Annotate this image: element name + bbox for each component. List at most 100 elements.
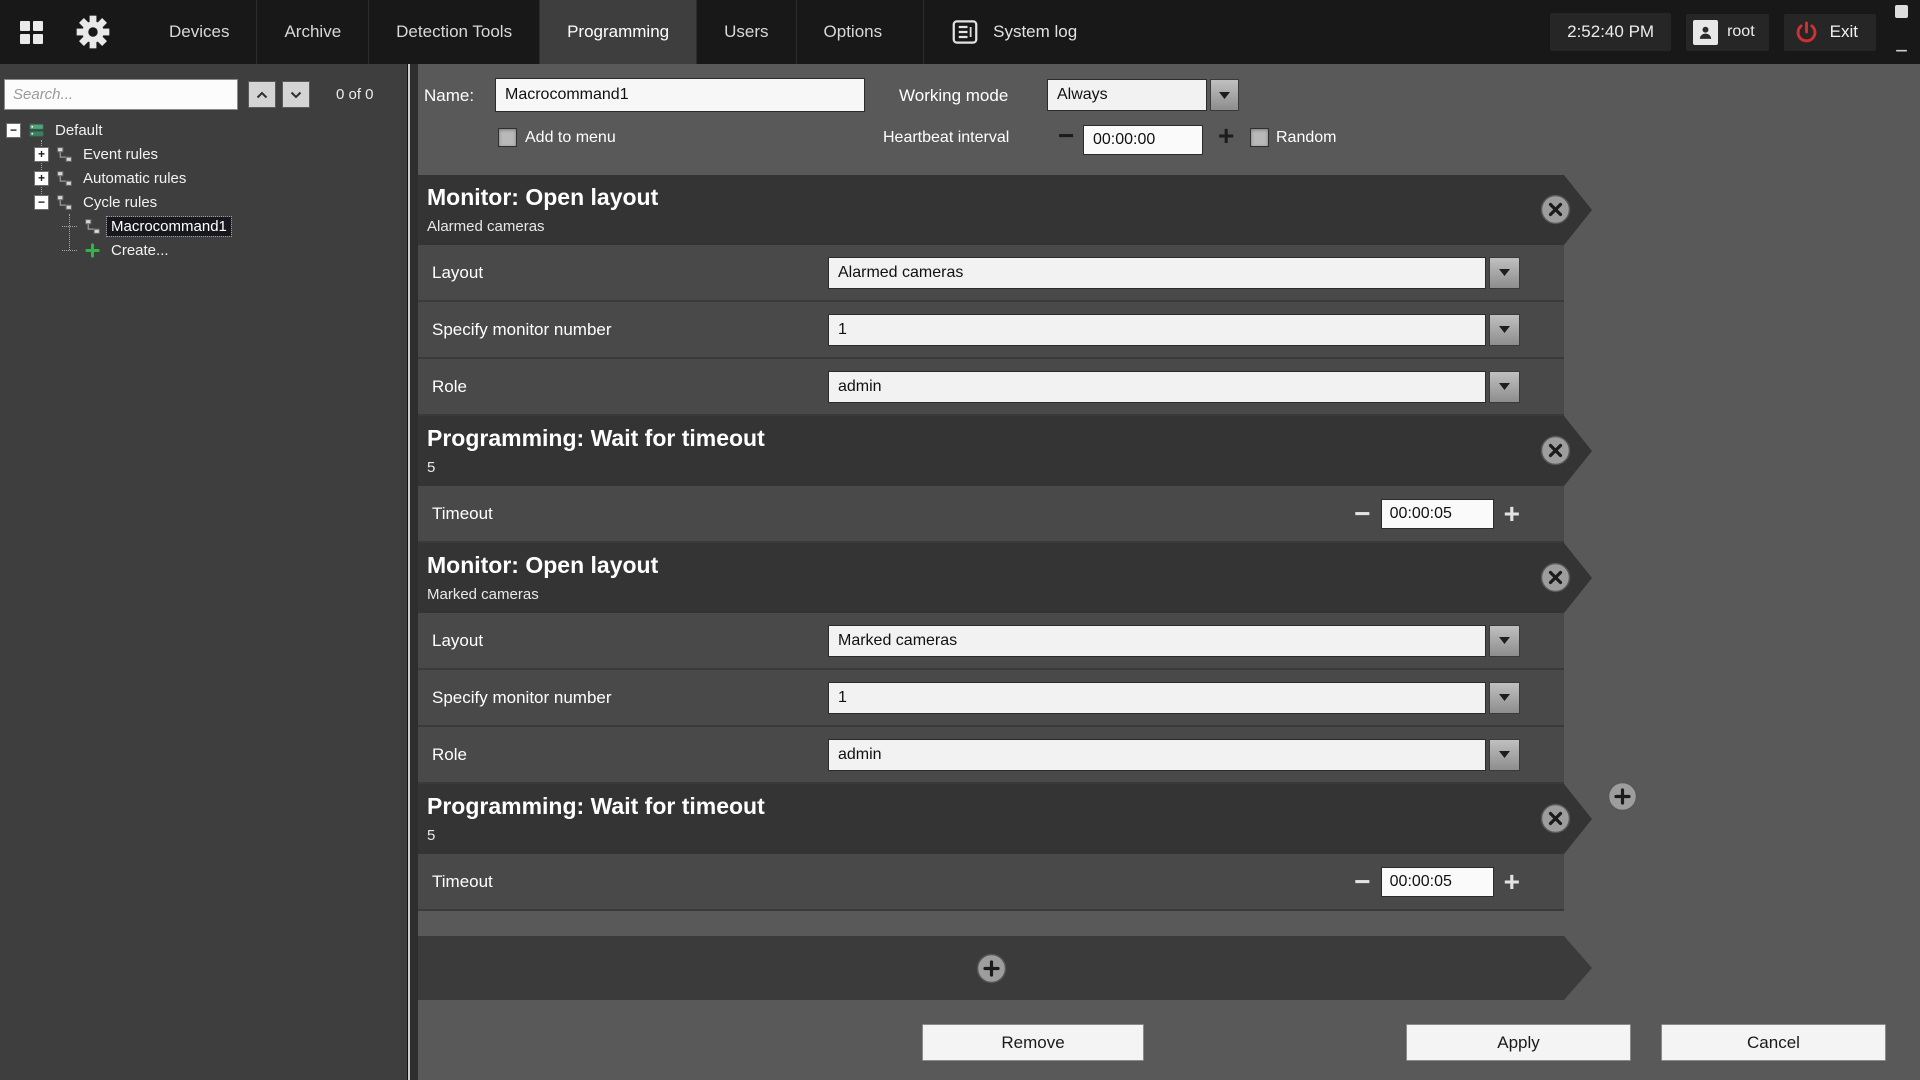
- action-param-row: LayoutAlarmed cameras: [418, 245, 1564, 302]
- dropdown-arrow-icon: [1219, 92, 1230, 99]
- param-dropdown-value[interactable]: 1: [828, 682, 1486, 714]
- gear-glyph: [76, 15, 110, 49]
- param-dropdown-value[interactable]: admin: [828, 371, 1486, 403]
- search-input[interactable]: [4, 79, 238, 110]
- tree-item-create[interactable]: Create...: [0, 238, 407, 262]
- param-dropdown-value[interactable]: 1: [828, 314, 1486, 346]
- user-name: root: [1727, 23, 1755, 41]
- sidebar-splitter[interactable]: [407, 64, 418, 1080]
- random-checkbox[interactable]: [1250, 128, 1269, 147]
- action-block-3: Monitor: Open layoutMarked camerasLayout…: [418, 543, 1592, 784]
- remove-button[interactable]: Remove: [922, 1024, 1144, 1061]
- action-param-row: Roleadmin: [418, 727, 1564, 784]
- apply-button[interactable]: Apply: [1406, 1024, 1631, 1061]
- action-param-row: Timeout−00:00:05+: [418, 486, 1564, 543]
- search-prev-button[interactable]: [248, 81, 276, 108]
- add-action-button[interactable]: [976, 953, 1007, 984]
- tree-item-cycle-rules[interactable]: −Cycle rules: [0, 190, 407, 214]
- tab-devices[interactable]: Devices: [142, 0, 256, 64]
- tree-expander-plus-icon[interactable]: +: [34, 147, 49, 162]
- heartbeat-minus-button[interactable]: −: [1058, 122, 1074, 150]
- tree-expander-plus-icon[interactable]: +: [34, 171, 49, 186]
- param-dropdown-arrow-button[interactable]: [1489, 625, 1520, 657]
- action-block-header: Programming: Wait for timeout5: [418, 784, 1592, 854]
- param-dropdown-arrow-button[interactable]: [1489, 682, 1520, 714]
- window-controls: −: [1891, 0, 1912, 64]
- tree-expander-minus-icon[interactable]: −: [6, 123, 21, 138]
- exit-button[interactable]: Exit: [1784, 14, 1876, 51]
- param-dropdown-value[interactable]: admin: [828, 739, 1486, 771]
- add-to-menu-checkbox[interactable]: [498, 128, 517, 147]
- user-badge[interactable]: root: [1686, 14, 1769, 51]
- param-label: Specify monitor number: [418, 688, 828, 708]
- param-label: Role: [418, 377, 828, 397]
- tab-programming[interactable]: Programming: [539, 0, 696, 64]
- tree-item-label: Create...: [107, 241, 173, 260]
- remove-action-button[interactable]: [1540, 562, 1571, 593]
- system-log-label: System log: [993, 22, 1077, 42]
- action-block-title: Programming: Wait for timeout: [427, 425, 1592, 452]
- action-param-row: Timeout −00:00:05 +: [418, 854, 1564, 911]
- search-result-count: 0 of 0: [336, 86, 374, 103]
- stepper-time-input[interactable]: 00:00:05: [1381, 499, 1494, 529]
- param-dropdown-value[interactable]: Marked cameras: [828, 625, 1486, 657]
- tree-item-label: Default: [51, 121, 107, 140]
- action-block-title: Monitor: Open layout: [427, 552, 1592, 579]
- remove-action-button[interactable]: [1540, 194, 1571, 225]
- remove-action-button[interactable]: [1540, 803, 1571, 834]
- tab-archive[interactable]: Archive: [256, 0, 368, 64]
- insert-action-button[interactable]: [1607, 781, 1638, 812]
- param-dropdown-arrow-button[interactable]: [1489, 371, 1520, 403]
- stepper-plus-button[interactable]: +: [1504, 500, 1520, 528]
- tree-item-automatic-rules[interactable]: + Automatic rules: [0, 166, 407, 190]
- param-stepper: −00:00:05 +: [1354, 499, 1520, 529]
- stepper-plus-button[interactable]: +: [1504, 868, 1520, 896]
- action-block-title: Programming: Wait for timeout: [427, 793, 1592, 820]
- stepper-minus-button[interactable]: −: [1354, 500, 1370, 528]
- tree-expander-minus-icon[interactable]: −: [34, 195, 49, 210]
- param-dropdown-arrow-button[interactable]: [1489, 314, 1520, 346]
- remove-action-button[interactable]: [1540, 435, 1571, 466]
- tree-item-default[interactable]: − Default: [0, 118, 407, 142]
- action-block-subtitle: 5: [427, 459, 1592, 476]
- tab-options[interactable]: Options: [796, 0, 910, 64]
- action-block-title: Monitor: Open layout: [427, 184, 1592, 211]
- cancel-button[interactable]: Cancel: [1661, 1024, 1886, 1061]
- macro-name-input[interactable]: [495, 78, 865, 112]
- window-restore-icon[interactable]: [1895, 5, 1908, 18]
- action-block-2: Programming: Wait for timeout5Timeout−00…: [418, 416, 1592, 543]
- chevron-up-icon: [256, 91, 268, 99]
- rule-icon: [55, 169, 73, 187]
- create-plus-icon: [83, 241, 101, 259]
- tree-item-label: Automatic rules: [79, 169, 190, 188]
- tab-detection-tools[interactable]: Detection Tools: [368, 0, 539, 64]
- exit-power-icon: [1793, 19, 1820, 46]
- working-mode-dropdown-button[interactable]: [1210, 79, 1239, 111]
- param-dropdown-arrow-button[interactable]: [1489, 739, 1520, 771]
- search-next-button[interactable]: [282, 81, 310, 108]
- param-label: Role: [418, 745, 828, 765]
- tree-item-event-rules[interactable]: +Event rules: [0, 142, 407, 166]
- action-block-subtitle: Alarmed cameras: [427, 218, 1592, 235]
- add-action-icon: [976, 953, 1007, 984]
- topbar-right: 2:52:40 PM root Exit −: [1550, 0, 1920, 64]
- param-label: Timeout: [418, 872, 828, 892]
- heartbeat-plus-button[interactable]: +: [1218, 122, 1234, 150]
- user-icon: [1693, 20, 1718, 45]
- clock: 2:52:40 PM: [1550, 13, 1671, 51]
- stepper-time-input[interactable]: 00:00:05: [1381, 867, 1494, 897]
- param-dropdown-value[interactable]: Alarmed cameras: [828, 257, 1486, 289]
- system-log-button[interactable]: System log: [923, 0, 1103, 64]
- param-dropdown-arrow-button[interactable]: [1489, 257, 1520, 289]
- param-label: Layout: [418, 263, 828, 283]
- window-minimize-icon[interactable]: −: [1895, 44, 1908, 58]
- tab-users[interactable]: Users: [696, 0, 795, 64]
- heartbeat-input[interactable]: 00:00:00: [1083, 125, 1203, 155]
- exit-label: Exit: [1830, 22, 1858, 42]
- working-mode-select[interactable]: Always: [1047, 79, 1207, 111]
- settings-gear-icon[interactable]: [62, 0, 124, 64]
- sidebar: 0 of 0 −Default+Event rules+Automatic ru…: [0, 64, 407, 1080]
- stepper-minus-button[interactable]: −: [1354, 868, 1370, 896]
- tree-item-macrocommand1[interactable]: Macrocommand1: [0, 214, 407, 238]
- app-grid-icon[interactable]: [0, 0, 62, 64]
